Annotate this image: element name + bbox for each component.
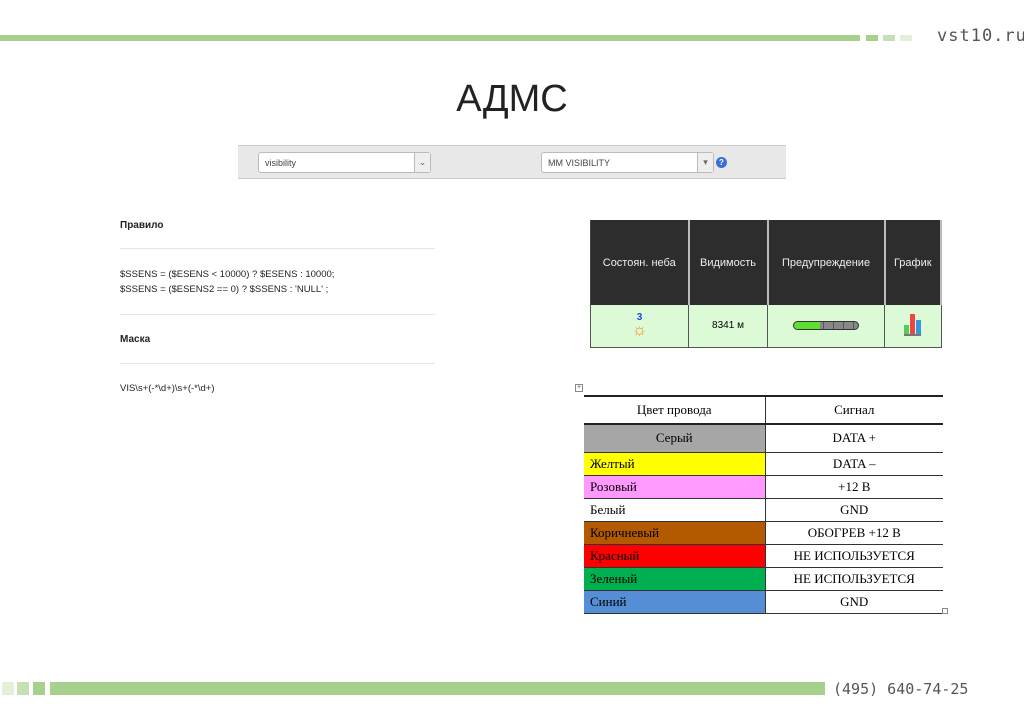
- rule-label: Правило: [120, 220, 164, 231]
- header-warning: Предупреждение: [767, 220, 886, 305]
- wire-signal: ОБОГРЕВ +12 В: [764, 520, 943, 545]
- wire-color: Желтый: [584, 451, 766, 476]
- wire-signal: НЕ ИСПОЛЬЗУЕТСЯ: [764, 543, 943, 568]
- mask-value: VIS\s+(-*\d+)\s+(-*\d+): [120, 383, 215, 394]
- decor-square: [883, 35, 895, 41]
- footer-bar: [50, 682, 825, 695]
- wire-color: Розовый: [584, 474, 766, 499]
- mask-label: Маска: [120, 334, 151, 345]
- warning-bar: [793, 321, 859, 331]
- decor-square: [866, 35, 878, 41]
- header-signal: Сигнал: [764, 395, 943, 425]
- sensor-select-value: visibility: [265, 158, 297, 168]
- wire-signal: НЕ ИСПОЛЬЗУЕТСЯ: [764, 566, 943, 591]
- header-graph: График: [884, 220, 942, 305]
- wire-signal: +12 В: [764, 474, 943, 499]
- help-icon[interactable]: ?: [716, 157, 727, 168]
- decor-square: [900, 35, 912, 41]
- table-row: Красный НЕ ИСПОЛЬЗУЕТСЯ: [584, 543, 943, 568]
- wire-signal: GND: [764, 497, 943, 522]
- wire-signal: DATA –: [764, 451, 943, 476]
- warning-cell: [767, 305, 885, 348]
- sun-icon: ☼: [631, 320, 648, 340]
- warning-bar-fill: [794, 322, 820, 330]
- header-sky: Состоян. неба: [590, 220, 690, 305]
- table-row: Зеленый НЕ ИСПОЛЬЗУЕТСЯ: [584, 566, 943, 591]
- wire-color: Синий: [584, 589, 766, 614]
- site-name: vst10.ru: [937, 26, 1024, 46]
- wire-table: Цвет провода Сигнал Серый DATA + Желтый DATA…: [584, 395, 943, 614]
- weather-table: Состоян. неба Видимость Предупреждение Г…: [590, 220, 942, 348]
- wire-color: Зеленый: [584, 566, 766, 591]
- table-row: Розовый +12 В: [584, 474, 943, 499]
- wire-color: Коричневый: [584, 520, 766, 545]
- table-row: Серый DATA +: [584, 423, 943, 453]
- rule-line: $SSENS = ($ESENS2 == 0) ? $SSENS : 'NULL…: [120, 284, 329, 295]
- table-row: Коричневый ОБОГРЕВ +12 В: [584, 520, 943, 545]
- wire-signal: GND: [764, 589, 943, 614]
- phone-number: (495) 640-74-25: [833, 680, 969, 698]
- header-visibility: Видимость: [688, 220, 769, 305]
- divider: [120, 248, 435, 249]
- decor-square: [33, 682, 45, 695]
- chevron-down-icon[interactable]: ⌄: [414, 153, 430, 172]
- wire-signal: DATA +: [764, 423, 943, 453]
- rule-line: $SSENS = ($ESENS < 10000) ? $ESENS : 100…: [120, 269, 335, 280]
- table-row: Синий GND: [584, 589, 943, 614]
- table-resize-handle[interactable]: [942, 608, 948, 614]
- graph-cell[interactable]: [884, 305, 942, 348]
- parameter-select[interactable]: MM VISIBILITY ▾: [541, 152, 714, 173]
- toolbar: visibility ⌄ MM VISIBILITY ▾ ?: [238, 145, 786, 179]
- rule-text: $SSENS = ($ESENS < 10000) ? $ESENS : 100…: [120, 267, 334, 297]
- table-row: Белый GND: [584, 497, 943, 522]
- chevron-down-icon[interactable]: ▾: [697, 153, 713, 172]
- sky-cell: 3 ☼: [590, 305, 689, 348]
- header-bar: [0, 35, 860, 41]
- divider: [120, 314, 435, 315]
- parameter-select-value: MM VISIBILITY: [548, 158, 611, 168]
- table-move-handle-icon[interactable]: +: [575, 384, 583, 392]
- wire-color: Красный: [584, 543, 766, 568]
- wire-color: Серый: [584, 423, 766, 453]
- divider: [120, 363, 435, 364]
- decor-square: [17, 682, 29, 695]
- page-title: АДМС: [456, 78, 568, 120]
- table-row: Желтый DATA –: [584, 451, 943, 476]
- sensor-select[interactable]: visibility ⌄: [258, 152, 431, 173]
- visibility-value: 8341 м: [688, 305, 768, 348]
- decor-square: [2, 682, 14, 695]
- header-wire-color: Цвет провода: [584, 395, 766, 425]
- wire-color: Белый: [584, 497, 766, 522]
- bar-chart-icon[interactable]: [904, 314, 922, 337]
